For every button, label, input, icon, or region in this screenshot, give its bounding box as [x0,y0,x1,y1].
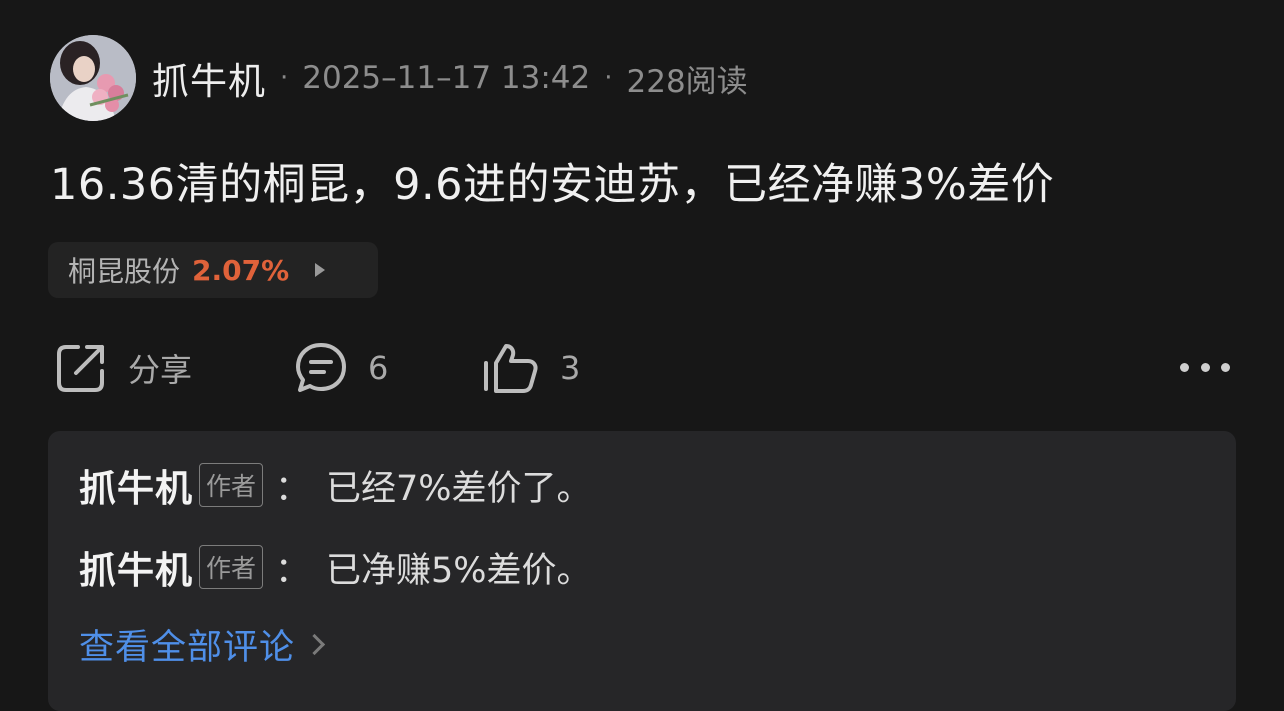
share-label: 分享 [128,351,193,389]
comment-colon: ： [275,550,311,591]
more-dot [1200,362,1210,372]
avatar[interactable] [50,35,136,121]
comment-colon: ： [275,468,311,509]
avatar-image [50,35,136,121]
comment-button[interactable]: 6 [294,340,388,396]
like-count: 3 [560,349,581,387]
comment-author[interactable]: 抓牛机 [79,540,193,594]
thumbs-up-icon [484,344,538,393]
comment-bubble-icon [296,343,346,392]
view-all-comments-label: 查看全部评论 [79,628,296,668]
stock-tag[interactable]: 桐昆股份 2.07% [48,242,378,298]
more-horizontal-icon[interactable] [1180,352,1230,382]
comment-text: 已净赚5%差价。 [326,550,592,591]
view-all-comments-link[interactable]: 查看全部评论 [79,619,326,670]
comment-count: 6 [368,349,389,387]
more-dot [1180,362,1189,372]
comment-text: 已经7%差价了。 [326,468,592,509]
like-button[interactable]: 3 [482,340,580,396]
comment-item[interactable]: 抓牛机 作者 ： 已经7%差价了。 [79,458,592,512]
more-dot [1221,362,1230,372]
post-timestamp: 2025–11–17 13:42 [302,60,591,96]
post-content[interactable]: 16.36清的桐昆，9.6进的安迪苏，已经净赚3%差价 [50,150,1054,212]
stock-name: 桐昆股份 [68,255,181,288]
comments-preview: 抓牛机 作者 ： 已经7%差价了。 抓牛机 作者 ： 已净赚5%差价。 查看全部… [48,431,1236,711]
share-icon [57,345,104,392]
meta-separator: · [280,63,289,93]
post-meta: 抓牛机 · 2025–11–17 13:42 · 228阅读 [152,52,748,104]
meta-separator: · [604,63,613,93]
share-button[interactable]: 分享 [54,340,192,396]
post-card: 抓牛机 · 2025–11–17 13:42 · 228阅读 16.36清的桐昆… [0,0,1284,711]
chevron-right-icon [303,633,326,656]
author-badge: 作者 [199,463,264,507]
comment-author[interactable]: 抓牛机 [79,458,193,512]
play-arrow-icon [315,263,326,277]
comment-item[interactable]: 抓牛机 作者 ： 已净赚5%差价。 [79,540,592,594]
author-badge: 作者 [199,545,264,589]
author-name[interactable]: 抓牛机 [152,51,266,105]
read-count: 228阅读 [626,63,748,100]
stock-change: 2.07% [192,253,290,287]
